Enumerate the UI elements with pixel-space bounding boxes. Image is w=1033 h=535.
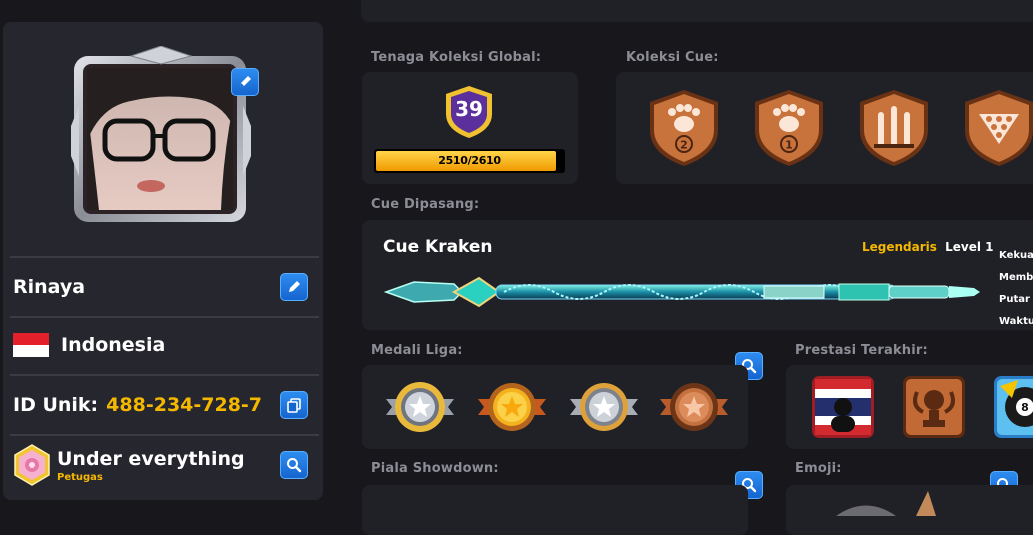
pencil-icon (289, 281, 300, 292)
eight-ball-icon: 8 (994, 376, 1033, 438)
paw-icon: 2 (650, 90, 718, 166)
thailand-flag-icon (812, 376, 874, 438)
club-badge-icon (14, 444, 50, 486)
collection-progress-text: 2510/2610 (438, 154, 501, 167)
league-medals-label: Medali Liga: (371, 343, 463, 358)
id-row: ID Unik: 488-234-728-7 (10, 376, 319, 436)
medal-gold-icon (478, 383, 546, 431)
svg-text:8: 8 (1021, 401, 1029, 414)
collection-power-label: Tenaga Koleksi Global: (371, 50, 542, 65)
club-role: Petugas (57, 471, 103, 483)
showdown-trophy-label: Piala Showdown: (371, 461, 499, 476)
copy-icon (287, 398, 301, 413)
cue-collection-card[interactable]: 2 1 (616, 72, 1033, 184)
showdown-trophy-card[interactable] (362, 485, 748, 535)
emoji-preview-icon (836, 491, 936, 516)
medal-silver-gold-icon (386, 382, 454, 432)
svg-text:2: 2 (680, 139, 688, 152)
cue-rarity: Legendaris (862, 240, 937, 254)
pencil-icon (240, 76, 251, 87)
equipped-cue-card[interactable]: Cue Kraken Legendaris Level 1 Kekua Memb… (362, 220, 1033, 330)
country-name: Indonesia (61, 334, 166, 356)
cue-kraken-image (384, 276, 980, 308)
name-row: Rinaya (10, 256, 319, 318)
player-name: Rinaya (13, 276, 86, 298)
country-row: Indonesia (10, 316, 319, 376)
paw-icon: 1 (755, 90, 823, 166)
id-value: 488-234-728-7 (106, 394, 263, 416)
club-row: Under everything Petugas (10, 436, 319, 494)
cue-name: Cue Kraken (383, 237, 493, 257)
emoji-card[interactable] (786, 485, 1033, 535)
cue-rack-icon (860, 90, 928, 166)
ball-rack-icon (965, 90, 1033, 166)
avatar (71, 45, 251, 222)
avatar-frame[interactable] (71, 45, 259, 226)
cue-stat-aim: Memb (999, 272, 1033, 283)
copy-id-button[interactable] (280, 391, 308, 419)
level-number: 39 (455, 97, 483, 121)
recent-achievements-card[interactable]: 8 (786, 365, 1033, 449)
club-name: Under everything (57, 447, 245, 470)
id-label: ID Unik: (13, 394, 99, 416)
medal-bronze-icon (660, 383, 728, 431)
profile-panel: Rinaya Indonesia ID Unik: 488-234-728-7 … (3, 22, 323, 500)
emoji-label: Emoji: (795, 461, 842, 476)
equipped-cue-label: Cue Dipasang: (371, 197, 480, 212)
edit-avatar-button[interactable] (231, 68, 259, 96)
trophy-icon (903, 376, 965, 438)
cue-stat-spin: Putar (999, 294, 1030, 305)
cue-stat-power: Kekua (999, 250, 1033, 261)
top-strip (361, 0, 1033, 22)
svg-text:1: 1 (785, 139, 793, 152)
league-medals-card[interactable] (362, 365, 748, 449)
cue-stat-time: Waktu (999, 316, 1033, 327)
indonesia-flag-icon (13, 333, 49, 357)
cue-level: Level 1 (945, 240, 994, 254)
edit-name-button[interactable] (280, 273, 308, 301)
recent-achievements-label: Prestasi Terakhir: (795, 343, 928, 358)
cue-stats: Kekua Memb Putar Waktu (999, 245, 1033, 333)
club-search-button[interactable] (280, 451, 308, 479)
cue-collection-label: Koleksi Cue: (626, 50, 719, 65)
search-icon (287, 458, 302, 473)
medal-silver-icon (570, 383, 638, 431)
collection-power-card[interactable]: 39 2510/2610 (362, 72, 578, 184)
